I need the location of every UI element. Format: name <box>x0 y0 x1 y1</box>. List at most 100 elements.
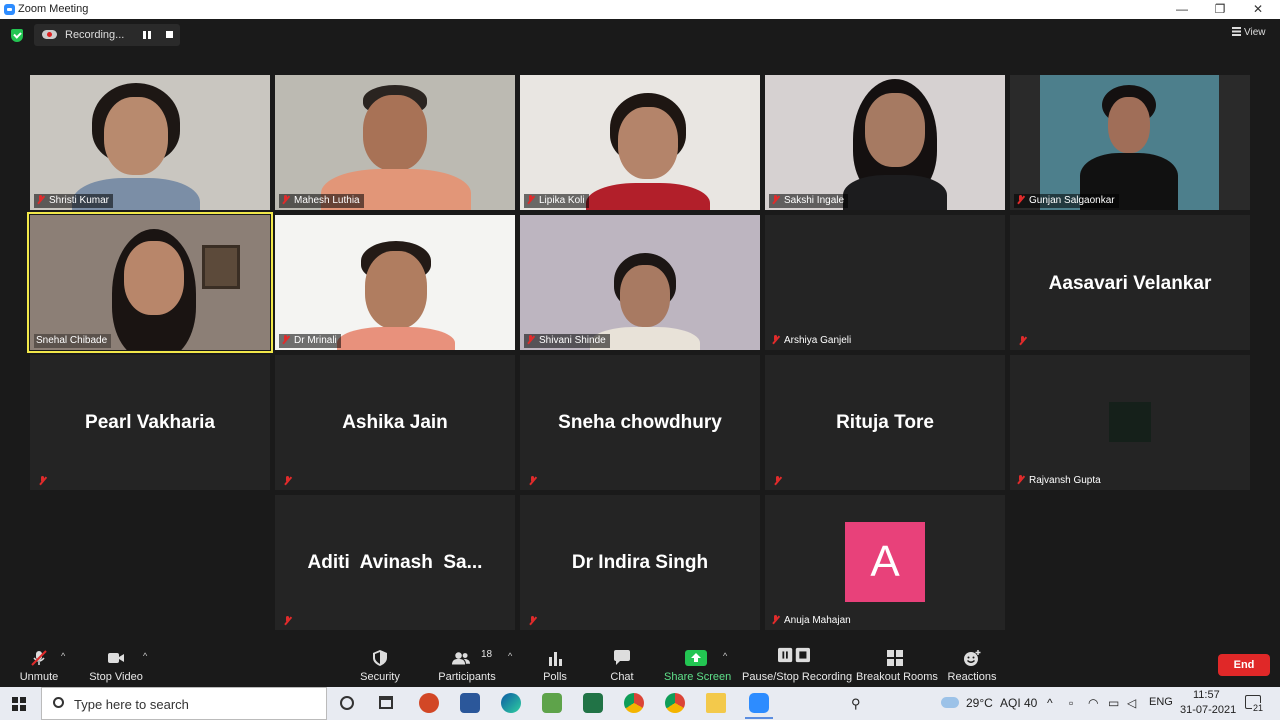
word-icon[interactable] <box>460 693 480 713</box>
participant-tile-no-video[interactable]: Aditi Avinash Sa... <box>275 495 515 630</box>
cortana-icon[interactable] <box>340 696 354 710</box>
participant-name-label: Snehal Chibade <box>34 334 112 348</box>
muted-mic-icon <box>1018 335 1027 346</box>
participant-display-name: Ashika Jain <box>342 412 448 433</box>
participant-display-name: Rituja Tore <box>836 412 934 433</box>
file-explorer-icon[interactable] <box>706 693 726 713</box>
security-button[interactable]: Security <box>355 641 405 687</box>
security-shield-icon <box>373 650 387 666</box>
participant-name-label: Gunjan Salgaonkar <box>1014 194 1119 208</box>
audio-options-caret-icon[interactable]: ^ <box>61 651 65 661</box>
maximize-button[interactable]: ❐ <box>1207 1 1233 18</box>
muted-mic-icon <box>771 614 780 625</box>
pause-stop-recording-button[interactable]: Pause/Stop Recording <box>742 641 852 687</box>
participants-button[interactable]: 18 Participants <box>436 641 498 687</box>
share-screen-arrow-icon <box>685 650 707 666</box>
breakout-rooms-button[interactable]: Breakout Rooms <box>856 641 938 687</box>
powerpoint-icon[interactable] <box>419 693 439 713</box>
participant-tile-no-video[interactable]: Rajvansh Gupta <box>1010 355 1250 490</box>
video-tile-active-speaker[interactable]: Snehal Chibade <box>27 212 273 353</box>
participant-name-label: Shivani Shinde <box>524 334 610 348</box>
polls-button[interactable]: Polls <box>535 641 575 687</box>
weather-cloud-icon <box>941 697 959 708</box>
encryption-shield-icon[interactable] <box>11 29 23 42</box>
muted-mic-icon <box>771 334 780 345</box>
participant-tile-no-video[interactable]: Rituja Tore <box>765 355 1005 490</box>
clock-time[interactable]: 11:57 <box>1193 689 1220 701</box>
battery-icon[interactable]: ▭ <box>1108 696 1119 710</box>
muted-mic-icon <box>1016 474 1025 485</box>
weather-temperature[interactable]: 29°C <box>966 696 993 710</box>
video-tile[interactable]: Shristi Kumar <box>30 75 270 210</box>
zoom-app-icon[interactable] <box>745 693 773 719</box>
participant-tile-no-video[interactable]: Ashika Jain <box>275 355 515 490</box>
muted-mic-icon <box>281 334 290 345</box>
participant-display-name: Aasavari Velankar <box>1048 273 1212 294</box>
image-app-icon[interactable] <box>542 693 562 713</box>
recording-label: Recording... <box>65 29 125 41</box>
participant-name-label: Rajvansh Gupta <box>1014 474 1105 488</box>
volume-icon[interactable]: ◁ <box>1127 696 1136 710</box>
participant-tile-no-video[interactable]: Sneha chowdhury <box>520 355 760 490</box>
windows-start-icon[interactable] <box>12 697 26 711</box>
video-tile[interactable]: Lipika Koli <box>520 75 760 210</box>
excel-icon[interactable] <box>583 693 603 713</box>
wifi-icon[interactable]: ◠ <box>1088 696 1098 710</box>
meeting-stage: Recording... View Shristi Kumar Mahesh L… <box>0 19 1280 641</box>
participant-name-label: Sakshi Ingale <box>769 194 849 208</box>
muted-mic-icon <box>283 615 292 626</box>
video-tile[interactable]: Shivani Shinde <box>520 215 760 350</box>
participant-tile-no-video[interactable]: Aasavari Velankar <box>1010 215 1250 350</box>
share-screen-button[interactable]: Share Screen <box>664 641 731 687</box>
task-view-icon[interactable] <box>379 696 393 709</box>
end-meeting-button[interactable]: End <box>1218 654 1270 676</box>
video-tile[interactable]: Sakshi Ingale <box>765 75 1005 210</box>
participant-name-label: Lipika Koli <box>524 194 589 208</box>
video-tile[interactable]: Gunjan Salgaonkar <box>1010 75 1250 210</box>
participant-tile-no-video[interactable]: Dr Indira Singh <box>520 495 760 630</box>
participant-tile-no-video[interactable]: Arshiya Ganjeli <box>765 215 1005 350</box>
participant-name-label: Dr Mrinali <box>279 334 341 348</box>
zoom-logo-icon <box>4 4 15 15</box>
window-titlebar: Zoom Meeting — ❐ ✕ <box>0 0 1280 19</box>
reactions-button[interactable]: Reactions <box>946 641 998 687</box>
participant-video <box>1040 75 1219 210</box>
people-icon[interactable]: ⚲ <box>851 696 861 712</box>
tray-app-icon[interactable]: ▫ <box>1069 696 1073 710</box>
chrome-profile-icon[interactable] <box>624 693 644 713</box>
participant-tile-no-video[interactable]: Pearl Vakharia <box>30 355 270 490</box>
clock-date[interactable]: 31-07-2021 <box>1180 704 1236 716</box>
participant-count-badge: 18 <box>481 649 493 660</box>
share-options-caret-icon[interactable]: ^ <box>723 651 727 661</box>
close-button[interactable]: ✕ <box>1245 1 1271 18</box>
polls-bar-chart-icon <box>549 652 562 666</box>
participant-name-label: Arshiya Ganjeli <box>769 334 855 348</box>
participant-name-label: Mahesh Luthia <box>279 194 364 208</box>
taskbar-search-box[interactable]: Type here to search <box>41 687 327 720</box>
participant-display-name: Dr Indira Singh <box>571 552 709 573</box>
view-button[interactable]: View <box>1232 27 1266 38</box>
unmute-button[interactable]: Unmute <box>14 641 64 687</box>
notification-count: 21 <box>1252 703 1265 713</box>
pause-recording-icon[interactable] <box>143 31 151 39</box>
window-title: Zoom Meeting <box>18 3 89 15</box>
video-options-caret-icon[interactable]: ^ <box>143 651 147 661</box>
video-tile[interactable]: Dr Mrinali <box>275 215 515 350</box>
cloud-record-icon <box>42 30 57 39</box>
minimize-button[interactable]: — <box>1169 1 1195 18</box>
participants-options-caret-icon[interactable]: ^ <box>508 651 512 661</box>
tray-overflow-chevron-icon[interactable]: ^ <box>1047 696 1053 710</box>
muted-mic-icon <box>36 194 45 205</box>
chat-button[interactable]: Chat <box>602 641 642 687</box>
air-quality-index[interactable]: AQI 40 <box>1000 696 1037 710</box>
pause-stop-recording-icon <box>778 647 810 663</box>
video-tile[interactable]: Mahesh Luthia <box>275 75 515 210</box>
stop-video-button[interactable]: Stop Video <box>86 641 146 687</box>
recording-indicator: Recording... <box>34 24 180 46</box>
reactions-smiley-icon <box>964 650 981 666</box>
stop-recording-icon[interactable] <box>166 31 173 38</box>
edge-icon[interactable] <box>501 693 521 713</box>
chrome-icon[interactable] <box>665 693 685 713</box>
participant-tile-no-video[interactable]: A Anuja Mahajan <box>765 495 1005 630</box>
language-indicator[interactable]: ENG <box>1149 696 1173 708</box>
